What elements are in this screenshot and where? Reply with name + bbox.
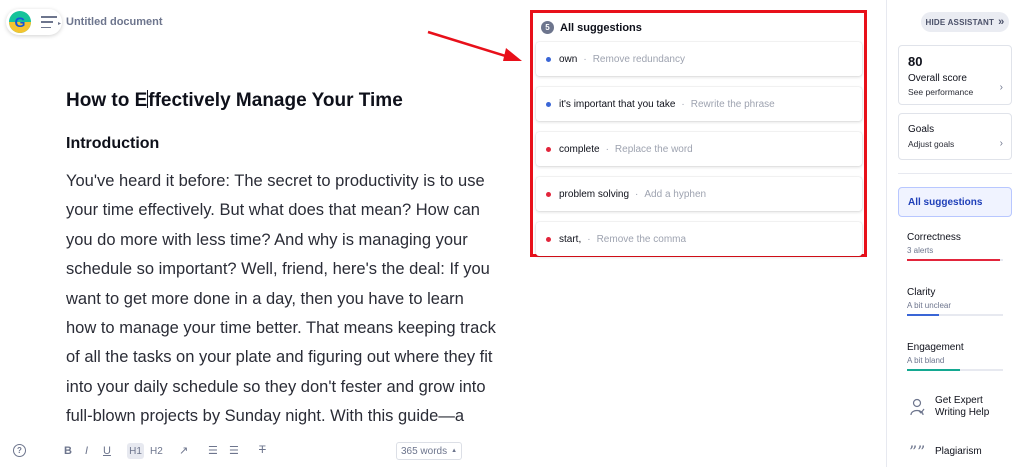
expert-icon: [910, 398, 925, 416]
category-status: A bit bland: [907, 356, 945, 365]
heading2-button[interactable]: H2: [150, 446, 163, 457]
correctness-category[interactable]: Correctness 3 alerts: [907, 232, 1003, 261]
caret-right-icon: ▸: [58, 21, 62, 27]
suggestion-separator: ·: [681, 98, 685, 110]
suggestion-dot: [546, 101, 551, 107]
word-count: 365 words: [400, 445, 448, 457]
suggestion-count-badge: 5: [541, 21, 554, 34]
category-progress-fill: [907, 369, 960, 371]
document-heading[interactable]: How to Effectively Manage Your Time: [66, 90, 403, 112]
suggestion-card[interactable]: complete · Replace the word: [536, 132, 862, 166]
word-count-button[interactable]: 365 words ▲: [396, 442, 462, 460]
annotation-arrow-icon: [427, 30, 522, 61]
category-progress-bar: [907, 369, 1003, 371]
category-progress-fill: [907, 314, 939, 316]
help-icon[interactable]: ?: [13, 444, 26, 457]
plagiarism-label: Plagiarism: [935, 445, 982, 457]
heading1-button[interactable]: H1: [127, 443, 144, 459]
category-title: Correctness: [907, 232, 961, 243]
category-status: 3 alerts: [907, 246, 934, 255]
italic-button[interactable]: I: [85, 445, 88, 457]
chevron-right-icon: ›: [999, 82, 1003, 93]
hide-assistant-label: HIDE ASSISTANT: [925, 17, 995, 27]
assistant-sidebar: HIDE ASSISTANT » 80 Overall score See pe…: [887, 0, 1024, 467]
grammarly-logo: G: [9, 11, 31, 33]
suggestions-title: All suggestions: [560, 21, 642, 34]
see-performance-link[interactable]: See performance: [908, 87, 1002, 97]
suggestion-card[interactable]: it's important that you take · Rewrite t…: [536, 87, 862, 121]
engagement-category[interactable]: Engagement A bit bland: [907, 342, 1003, 371]
app-menu-button[interactable]: G ▸: [6, 9, 62, 35]
underline-button[interactable]: U: [103, 445, 111, 457]
expert-label-line1: Get Expert: [935, 395, 983, 406]
app-root: G ▸ Untitled document How to Effectively…: [0, 0, 1024, 467]
goals-card[interactable]: Goals Adjust goals ›: [898, 113, 1012, 160]
category-title: Clarity: [907, 287, 936, 298]
heading-text-start: How to E: [66, 90, 148, 111]
link-icon[interactable]: ↗: [179, 444, 188, 457]
suggestion-dot: [546, 191, 551, 197]
expert-writing-help-button[interactable]: Get Expert Writing Help: [909, 395, 989, 419]
suggestion-card[interactable]: problem solving · Add a hyphen: [536, 177, 862, 211]
category-progress-bar: [907, 259, 1003, 261]
goals-title: Goals: [908, 124, 935, 135]
suggestion-separator: ·: [605, 143, 609, 155]
hide-assistant-button[interactable]: HIDE ASSISTANT »: [921, 12, 1009, 32]
overall-score-value: 80: [908, 54, 923, 69]
suggestion-dot: [546, 236, 551, 242]
suggestion-separator: ·: [583, 53, 587, 65]
quote-icon: ””: [909, 442, 926, 461]
expert-writing-label: Get Expert Writing Help: [935, 395, 989, 419]
suggestion-word: complete: [559, 143, 600, 155]
all-suggestions-tab[interactable]: All suggestions: [898, 187, 1012, 217]
expert-label-line2: Writing Help: [935, 407, 990, 418]
category-status: A bit unclear: [907, 301, 952, 310]
bold-button[interactable]: B: [64, 445, 72, 457]
double-chevron-right-icon: »: [998, 16, 1005, 28]
overall-score-card[interactable]: 80 Overall score See performance ›: [898, 45, 1012, 105]
category-title: Engagement: [907, 342, 964, 353]
caret-up-icon: ▲: [451, 448, 458, 454]
suggestion-dot: [546, 146, 551, 152]
overall-score-label: Overall score: [908, 73, 967, 84]
document-subheading[interactable]: Introduction: [66, 135, 159, 153]
suggestion-card[interactable]: start, · Remove the comma: [536, 222, 862, 256]
suggestion-dot: [546, 56, 551, 62]
suggestion-action: Rewrite the phrase: [690, 98, 775, 110]
clear-format-icon[interactable]: T: [259, 444, 266, 456]
suggestion-word: start,: [559, 233, 582, 245]
suggestion-word: problem solving: [559, 188, 630, 200]
menu-icon: [41, 16, 57, 28]
sidebar-separator: [898, 173, 1012, 174]
suggestion-word: it's important that you take: [559, 98, 676, 110]
suggestion-word: own: [559, 53, 578, 65]
category-progress-fill: [907, 259, 1001, 261]
suggestion-action: Remove the comma: [596, 233, 687, 245]
chevron-right-icon: ›: [999, 138, 1003, 149]
ordered-list-icon[interactable]: ☰: [208, 444, 218, 457]
document-paragraph[interactable]: You've heard it before: The secret to pr…: [66, 167, 496, 435]
suggestion-action: Add a hyphen: [644, 188, 707, 200]
category-progress-bar: [907, 314, 1003, 316]
suggestion-action: Remove redundancy: [592, 53, 685, 65]
bullet-list-icon[interactable]: ☰: [229, 444, 239, 457]
suggestion-card[interactable]: own · Remove redundancy: [536, 42, 862, 76]
suggestion-separator: ·: [587, 233, 591, 245]
heading-text-end: ffectively Manage Your Time: [148, 90, 403, 111]
plagiarism-button[interactable]: ”” Plagiarism: [909, 442, 982, 461]
clarity-category[interactable]: Clarity A bit unclear: [907, 287, 1003, 316]
suggestion-separator: ·: [635, 188, 639, 200]
adjust-goals-link[interactable]: Adjust goals: [908, 139, 1002, 149]
suggestions-panel: 5 All suggestions own · Remove redundanc…: [530, 10, 867, 257]
suggestion-action: Replace the word: [614, 143, 693, 155]
suggestions-header: 5 All suggestions: [541, 21, 642, 34]
